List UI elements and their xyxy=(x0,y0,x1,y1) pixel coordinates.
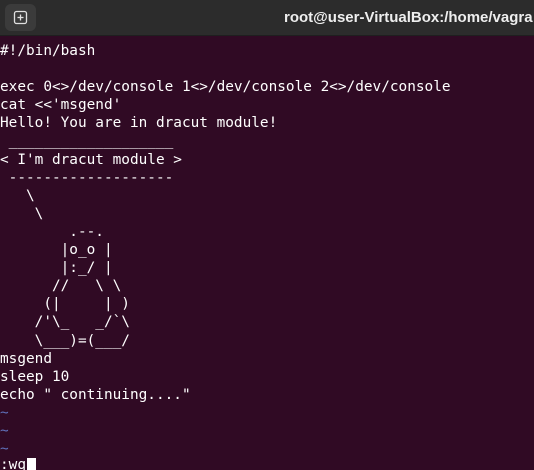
text-cursor xyxy=(27,458,36,470)
terminal-window: root@user-VirtualBox:/home/vagra #!/bin/… xyxy=(0,0,534,470)
editor-line: sleep 10 xyxy=(0,368,70,385)
editor-line: ___________________ xyxy=(0,133,174,150)
editor-line: echo " continuing...." xyxy=(0,386,191,403)
editor-line: ------------------- xyxy=(0,169,174,186)
editor-line: |o_o | xyxy=(0,242,113,259)
editor-line: < I'm dracut module > xyxy=(0,151,182,168)
editor-buffer: #!/bin/bash exec 0<>/dev/console 1<>/dev/… xyxy=(0,42,534,404)
editor-line: exec 0<>/dev/console 1<>/dev/console 2<>… xyxy=(0,79,451,96)
editor-line: \ xyxy=(0,205,44,222)
empty-line-tilde: ~ xyxy=(0,422,9,439)
editor-line: msgend xyxy=(0,350,52,367)
empty-line-tilde: ~ xyxy=(0,441,9,458)
editor-line: cat <<'msgend' xyxy=(0,97,122,114)
vim-command-line[interactable]: :wq xyxy=(0,456,36,470)
editor-line: \ xyxy=(0,187,35,204)
editor-line: // \ \ xyxy=(0,278,122,295)
editor-line: #!/bin/bash xyxy=(0,43,96,59)
editor-line: |:_/ | xyxy=(0,260,113,277)
editor-line: (| | ) xyxy=(0,296,130,313)
title-bar: root@user-VirtualBox:/home/vagra xyxy=(0,0,534,36)
new-tab-button[interactable] xyxy=(5,4,36,31)
empty-line-tilde: ~ xyxy=(0,404,9,421)
terminal-content[interactable]: #!/bin/bash exec 0<>/dev/console 1<>/dev/… xyxy=(0,42,534,470)
command-text: :wq xyxy=(0,457,26,470)
editor-line: Hello! You are in dracut module! xyxy=(0,115,278,132)
editor-line: /'\_ _/`\ xyxy=(0,314,130,331)
new-tab-plus-icon xyxy=(13,10,28,25)
editor-line: .--. xyxy=(0,223,104,240)
editor-line: \___)=(___/ xyxy=(0,332,130,349)
empty-buffer-lines: ~ ~ ~ xyxy=(0,404,534,458)
window-title: root@user-VirtualBox:/home/vagra xyxy=(284,9,533,26)
